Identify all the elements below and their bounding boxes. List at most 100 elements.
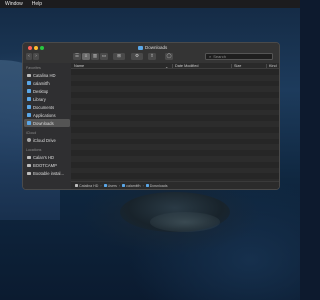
column-divider[interactable]	[231, 64, 232, 68]
action-button[interactable]: ⚙	[131, 53, 143, 60]
path-item-downloads[interactable]: Downloads	[145, 183, 168, 188]
drive-icon	[75, 184, 78, 187]
back-icon: ‹	[28, 53, 30, 59]
share-button[interactable]: ⇧	[148, 53, 156, 60]
sidebar-item-label: Bootable instal...	[33, 170, 64, 176]
traffic-lights	[28, 46, 44, 50]
search-placeholder: Search	[213, 54, 226, 59]
gear-icon: ⚙	[134, 53, 140, 59]
download-icon	[145, 184, 149, 187]
menu-help[interactable]: Help	[32, 1, 42, 7]
drive-icon	[27, 171, 31, 175]
drive-icon	[27, 163, 31, 167]
sidebar-item-label: BOOTCAMP	[33, 162, 57, 168]
icon-view-icon: ☰	[74, 53, 80, 59]
sidebar-item-icloud-drive[interactable]: iCloud Drive	[24, 136, 70, 144]
view-columns-button[interactable]: ▥	[91, 53, 99, 60]
tag-icon: ◯	[166, 53, 172, 59]
path-separator: ›	[100, 184, 101, 188]
path-separator: ›	[119, 184, 120, 188]
sidebar-item-label: Documents	[33, 104, 55, 110]
chevron-right-icon: ›	[100, 183, 102, 188]
drive-icon	[27, 73, 31, 77]
forward-button[interactable]: ›	[33, 53, 39, 60]
home-icon	[122, 184, 126, 187]
sidebar-item-bootcamp[interactable]: BOOTCAMP	[24, 161, 70, 169]
wallpaper-island-highlight	[150, 212, 220, 232]
column-name[interactable]: Name	[74, 64, 84, 68]
home-icon	[27, 81, 31, 85]
folder-icon	[138, 45, 143, 50]
window-titlebar[interactable]: Downloads ‹ › ☰ ≡ ▥ ▭ ⊞ ⚙ ⇧ ◯ ⌕ Search	[23, 43, 279, 63]
sidebar-item-downloads[interactable]: Downloads	[24, 119, 70, 127]
apps-icon	[27, 113, 31, 117]
path-separator: ›	[143, 184, 144, 188]
group-button[interactable]: ⊞	[113, 53, 125, 60]
list-view-icon: ≡	[84, 53, 88, 59]
path-item-users[interactable]: Users	[103, 184, 117, 188]
path-item-home[interactable]: calamitfh	[122, 183, 141, 188]
search-input[interactable]: ⌕ Search	[205, 53, 273, 60]
column-view-icon: ▥	[92, 53, 98, 59]
sidebar-item-label: iCloud Drive	[33, 137, 56, 143]
window-title: Downloads	[138, 45, 167, 50]
sidebar-item-library[interactable]: Library	[24, 95, 70, 103]
sidebar-item-label: Catalina HD	[33, 72, 56, 78]
forward-icon: ›	[35, 53, 37, 59]
share-icon: ⇧	[150, 53, 154, 59]
menu-window[interactable]: Window	[5, 1, 23, 7]
path-item-catalina-hd[interactable]: Catalina HD	[75, 184, 98, 188]
column-divider[interactable]	[172, 64, 173, 68]
folder-icon	[27, 105, 31, 109]
path-label: Downloads	[149, 183, 168, 188]
sidebar-section-icloud: iCloud	[26, 131, 37, 135]
view-icons-button[interactable]: ☰	[73, 53, 81, 60]
sidebar-item-label: Applications	[33, 112, 56, 118]
chevron-right-icon: ›	[118, 183, 121, 188]
sidebar-item-label: Downloads	[33, 120, 54, 126]
sidebar-item-label: Calan's HD	[33, 154, 55, 160]
folder-icon	[103, 184, 107, 187]
sidebar-section-favorites: Favorites	[26, 66, 41, 70]
close-button[interactable]	[28, 46, 32, 50]
view-list-button[interactable]: ≡	[82, 53, 90, 60]
sidebar-item-bootable-installer[interactable]: Bootable instal...	[24, 169, 70, 177]
sidebar-item-desktop[interactable]: Desktop	[24, 87, 70, 95]
chevron-right-icon: ›	[142, 183, 144, 188]
sidebar-item-label: Desktop	[33, 88, 49, 94]
file-rows	[71, 69, 279, 189]
finder-window: Downloads ‹ › ☰ ≡ ▥ ▭ ⊞ ⚙ ⇧ ◯ ⌕ Search F…	[22, 42, 280, 190]
back-button[interactable]: ‹	[26, 53, 32, 60]
sidebar-item-label: Library	[33, 96, 46, 102]
sidebar-item-label: calamitfh	[33, 80, 50, 86]
sidebar-section-locations: Locations	[26, 148, 42, 152]
cloud-icon	[27, 138, 31, 142]
sidebar-item-catalina-hd[interactable]: Catalina HD	[24, 71, 70, 79]
folder-icon	[27, 97, 31, 101]
column-size[interactable]: Size	[234, 64, 241, 68]
gallery-view-icon: ▭	[101, 53, 107, 59]
path-label: calamitfh	[126, 183, 141, 188]
column-kind[interactable]: Kind	[269, 64, 277, 68]
toolbar: ‹ › ☰ ≡ ▥ ▭ ⊞ ⚙ ⇧ ◯ ⌕ Search	[23, 53, 279, 62]
folder-icon	[27, 89, 31, 93]
group-icon: ⊞	[117, 53, 121, 59]
drive-icon	[27, 155, 31, 159]
path-bar: Catalina HD › Users › calamitfh › Downlo…	[71, 181, 279, 189]
file-list[interactable]: Name ⌄ Date Modified Size Kind	[71, 63, 279, 189]
column-date-modified[interactable]: Date Modified	[175, 64, 198, 68]
sidebar-item-applications[interactable]: Applications	[24, 111, 70, 119]
sidebar: Favorites Catalina HD calamitfh Desktop …	[23, 63, 71, 189]
sidebar-item-home[interactable]: calamitfh	[24, 79, 70, 87]
tag-button[interactable]: ◯	[165, 53, 173, 60]
menu-bar: Window Help	[0, 0, 300, 8]
download-icon	[27, 121, 31, 125]
zoom-button[interactable]	[40, 46, 44, 50]
sidebar-item-calans-hd[interactable]: Calan's HD	[24, 153, 70, 161]
window-title-text: Downloads	[145, 45, 168, 50]
view-gallery-button[interactable]: ▭	[100, 53, 108, 60]
search-icon: ⌕	[209, 54, 212, 59]
column-divider[interactable]	[266, 64, 267, 68]
minimize-button[interactable]	[34, 46, 38, 50]
sidebar-item-documents[interactable]: Documents	[24, 103, 70, 111]
